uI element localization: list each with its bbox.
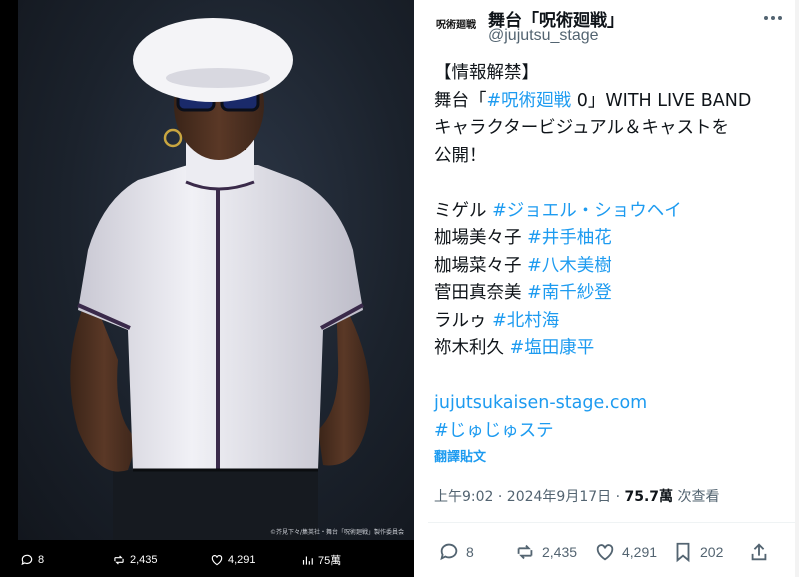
tweet-meta: 上午9:02 · 2024年9月17日 · 75.7萬 次查看 [434,486,720,506]
cast-hashtag-link[interactable]: #南千紗登 [527,283,612,303]
body-line-2: 舞台「#呪術廻戦 0」WITH LIVE BAND [434,88,794,116]
repost-icon [517,544,533,560]
user-handle[interactable]: @jujutsu_stage [488,27,599,45]
cast-line: 祢木利久 #塩田康平 [434,335,794,363]
like-button[interactable]: 4,291 [594,541,657,563]
share-icon [751,543,767,561]
media-repost-count: 2,435 [130,554,158,566]
cast-role: 祢木利久 [434,338,510,358]
views-chart-icon [302,556,313,565]
views-label: 次查看 [673,489,720,505]
media-stats-bar: 8 2,435 4,291 75萬 [0,543,414,577]
cast-role: ラルゥ [434,310,493,331]
cast-hashtag-link[interactable]: #井手柚花 [527,228,612,248]
views-count: 75.7萬 [624,489,674,505]
body-text: 0」WITH LIVE BAND [571,90,752,111]
cast-line: ミゲル #ジョエル・ショウヘイ [434,198,794,226]
heart-icon [211,555,223,566]
heart-icon [596,544,614,561]
cast-hashtag-link[interactable]: #北村海 [492,311,559,331]
translate-post-link[interactable]: 翻譯貼文 [434,446,486,465]
svg-text:呪術廻戦: 呪術廻戦 [436,18,476,31]
cast-line: ラルゥ #北村海 [434,308,794,336]
bookmark-icon [676,542,690,563]
tweet-panel: 呪術廻戦 舞台「呪術廻戦」 @jujutsu_stage 【情報解禁】 舞台「#… [414,0,799,577]
scrollbar[interactable] [795,0,799,577]
copyright-text: ©芥見下々/集英社・舞台「呪術廻戦」製作委員会 [269,529,404,536]
repost-button[interactable]: 2,435 [514,541,577,563]
reply-button[interactable]: 8 [438,541,474,563]
bookmark-count: 202 [700,544,724,560]
stage-logo-icon: 呪術廻戦 [436,9,476,37]
cast-role: 枷場美々子 [434,228,528,248]
like-count: 4,291 [622,544,658,560]
url-link[interactable]: jujutsukaisen-stage.com [434,390,794,418]
tweet-body: 【情報解禁】 舞台「#呪術廻戦 0」WITH LIVE BAND キャラクタービ… [434,60,794,445]
cast-role: 枷場菜々子 [434,255,528,276]
cast-hashtag-link[interactable]: #塩田康平 [510,338,595,358]
repost-count: 2,435 [542,544,578,560]
media-reply-stat[interactable]: 8 [20,553,44,567]
hashtag-link[interactable]: #呪術廻戦 [487,91,572,111]
bookmark-button[interactable]: 202 [672,541,723,563]
cast-hashtag-link[interactable]: #ジョエル・ショウヘイ [492,201,682,221]
body-line-1: 【情報解禁】 [434,63,539,83]
tweet-photo[interactable]: ©芥見下々/集英社・舞台「呪術廻戦」製作委員会 [18,0,414,540]
media-views-count: 75萬 [318,555,342,567]
reply-count: 8 [466,544,474,560]
avatar[interactable]: 呪術廻戦 [436,8,476,38]
media-repost-stat[interactable]: 2,435 [112,553,158,567]
body-text: 舞台「 [434,90,487,111]
media-like-stat[interactable]: 4,291 [210,553,256,567]
cast-role: ミゲル [434,200,493,221]
cast-role: 菅田真奈美 [434,283,528,303]
divider [428,522,799,523]
media-panel: ©芥見下々/集英社・舞台「呪術廻戦」製作委員会 8 2,435 4,291 75… [0,0,414,577]
media-like-count: 4,291 [228,554,256,566]
reply-icon [21,554,33,566]
timestamp[interactable]: 上午9:02 · 2024年9月17日 · [434,489,625,505]
action-bar: 8 2,435 4,291 202 [414,535,799,569]
media-views-stat[interactable]: 75萬 [300,552,341,568]
cast-hashtag-link[interactable]: #八木美樹 [527,256,612,276]
media-reply-count: 8 [38,554,45,566]
photo-illustration [70,18,370,540]
cast-line: 枷場美々子 #井手柚花 [434,225,794,253]
body-line-4: 公開！ [434,145,487,166]
repost-icon [114,555,124,565]
more-options-icon[interactable] [761,6,785,30]
reply-icon [440,543,458,561]
cast-line: 枷場菜々子 #八木美樹 [434,253,794,281]
share-button[interactable] [748,541,770,563]
hashtag-link[interactable]: #じゅじゅステ [434,418,794,446]
body-line-3: キャラクタービジュアル＆キャストを [434,118,730,138]
cast-line: 菅田真奈美 #南千紗登 [434,280,794,308]
